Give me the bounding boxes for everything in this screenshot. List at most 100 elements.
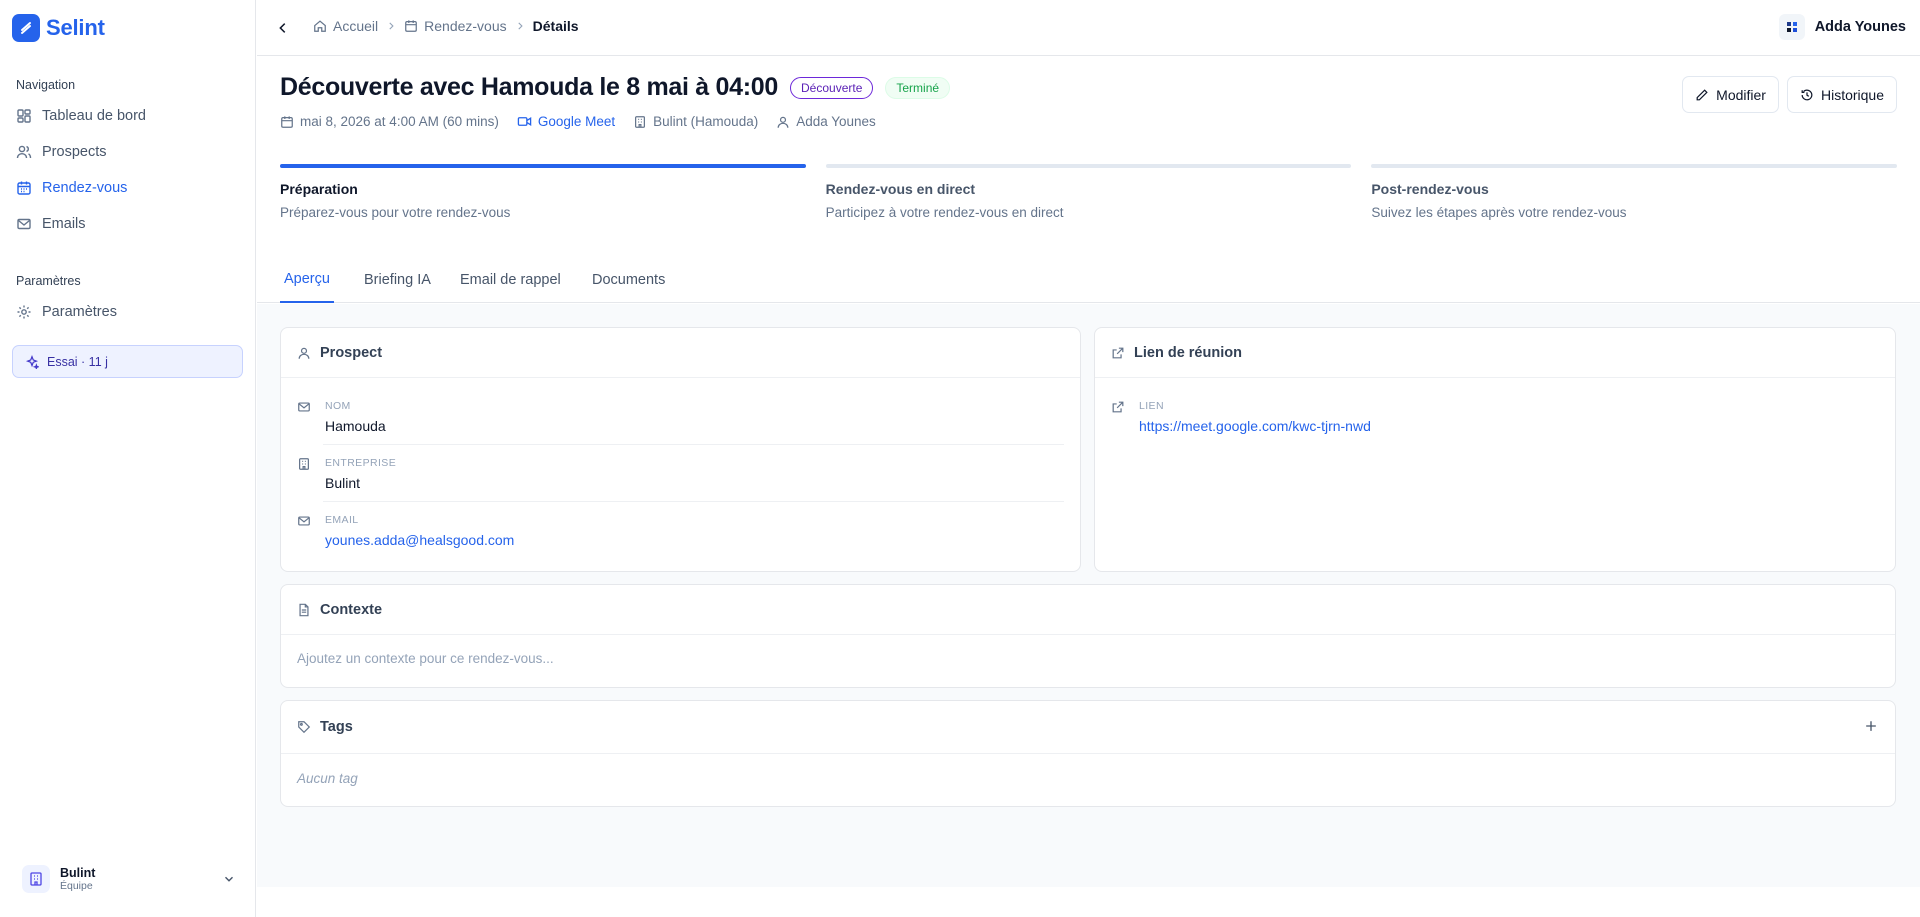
edit-button-label: Modifier xyxy=(1716,86,1766,103)
meeting-title-row: Découverte avec Hamouda le 8 mai à 04:00… xyxy=(280,73,951,102)
card-header: Tags xyxy=(281,701,1895,754)
chevron-right-icon xyxy=(517,22,523,30)
field-email: Email younes.adda@healsgood.com xyxy=(297,514,514,548)
email-link[interactable]: younes.adda@healsgood.com xyxy=(325,532,514,548)
sidebar-item-label: Emails xyxy=(42,216,86,232)
meeting-link-card: Lien de réunion Lien https://meet.google… xyxy=(1094,327,1896,572)
field-entreprise: Entreprise Bulint xyxy=(297,457,396,491)
brand-logo[interactable]: Selint xyxy=(12,14,105,42)
field-divider xyxy=(323,444,1064,445)
main-content: Découverte avec Hamouda le 8 mai à 04:00… xyxy=(257,57,1920,917)
step-title: Préparation xyxy=(280,181,358,197)
add-tag-button[interactable] xyxy=(1861,716,1881,736)
tags-empty-text: Aucun tag xyxy=(297,771,358,786)
step-subtitle: Participez à votre rendez-vous en direct xyxy=(825,205,1064,220)
field-divider xyxy=(323,501,1064,502)
sidebar-item-dashboard[interactable]: Tableau de bord xyxy=(12,100,242,132)
team-switcher[interactable]: Bulint Équipe xyxy=(22,862,236,896)
field-nom: Nom Hamouda xyxy=(297,400,386,434)
context-input[interactable]: Ajoutez un contexte pour ce rendez-vous.… xyxy=(297,651,554,666)
external-link-icon xyxy=(1112,401,1124,413)
meeting-meta: mai 8, 2026 at 4:00 AM (60 mins) Google … xyxy=(280,114,876,129)
tab-documents[interactable]: Documents xyxy=(588,256,669,303)
breadcrumb-label: Rendez-vous xyxy=(424,18,507,34)
tab-briefing-ia[interactable]: Briefing IA xyxy=(360,256,435,303)
document-icon xyxy=(299,603,309,616)
calendar-icon xyxy=(405,20,418,32)
settings-section-title: Paramètres xyxy=(16,274,81,288)
meta-platform-link[interactable]: Google Meet xyxy=(517,114,615,129)
history-button-label: Historique xyxy=(1820,86,1884,103)
meta-datetime: mai 8, 2026 at 4:00 AM (60 mins) xyxy=(280,114,499,129)
field-value: Bulint xyxy=(325,475,361,491)
top-bar: Accueil Rendez-vous Détails Adda Younes xyxy=(257,0,1920,56)
calendar-icon xyxy=(281,115,293,128)
sidebar-item-label: Rendez-vous xyxy=(42,180,128,196)
building-icon xyxy=(635,115,646,128)
back-button[interactable] xyxy=(273,18,293,38)
sparkles-icon xyxy=(25,354,39,369)
history-icon xyxy=(1801,89,1813,100)
meta-datetime-text: mai 8, 2026 at 4:00 AM (60 mins) xyxy=(300,114,499,129)
step-title: Rendez-vous en direct xyxy=(825,181,976,197)
status-badge: Terminé xyxy=(885,76,951,99)
field-value: Hamouda xyxy=(325,418,386,434)
user-icon xyxy=(298,347,310,359)
mail-icon xyxy=(298,402,310,412)
step-preparation[interactable]: Préparation Préparez-vous pour votre ren… xyxy=(280,164,806,220)
sidebar-item-emails[interactable]: Emails xyxy=(12,208,242,240)
step-post[interactable]: Post-rendez-vous Suivez les étapes après… xyxy=(1371,164,1898,220)
breadcrumb-label: Accueil xyxy=(333,18,379,34)
home-icon xyxy=(314,20,326,32)
user-name: Adda Younes xyxy=(1814,19,1906,35)
avatar xyxy=(1778,14,1805,40)
meeting-steps: Préparation Préparez-vous pour votre ren… xyxy=(280,164,1898,220)
tab-apercu[interactable]: Aperçu xyxy=(280,256,334,303)
step-title: Post-rendez-vous xyxy=(1371,181,1489,197)
field-lien: Lien https://meet.google.com/kwc-tjrn-nw… xyxy=(1111,400,1371,434)
chevron-left-icon xyxy=(279,23,286,33)
card-title: Prospect xyxy=(320,344,383,361)
page-title: Découverte avec Hamouda le 8 mai à 04:00 xyxy=(280,73,778,101)
sidebar-item-settings[interactable]: Paramètres xyxy=(12,296,242,328)
video-icon xyxy=(517,117,532,126)
card-title: Tags xyxy=(320,719,353,735)
chevron-right-icon xyxy=(389,22,394,30)
sidebar-item-prospects[interactable]: Prospects xyxy=(12,136,242,168)
sidebar-item-rendez-vous[interactable]: Rendez-vous xyxy=(12,172,242,204)
tab-email-rappel[interactable]: Email de rappel xyxy=(456,256,565,303)
meta-company-text: Bulint (Hamouda) xyxy=(653,114,759,129)
step-progress-bar xyxy=(825,164,1352,168)
pencil-icon xyxy=(1696,88,1708,100)
field-label: Lien xyxy=(1139,400,1164,412)
calendar-icon xyxy=(17,181,31,195)
tags-card: Tags Aucun tag xyxy=(280,700,1896,807)
meta-owner-text: Adda Younes xyxy=(796,114,876,129)
mail-icon xyxy=(298,516,310,526)
nav-section-title: Navigation xyxy=(16,78,76,92)
meeting-url-link[interactable]: https://meet.google.com/kwc-tjrn-nwd xyxy=(1139,418,1371,434)
step-progress-bar xyxy=(1371,164,1898,168)
dashboard-icon xyxy=(17,109,31,123)
sidebar-item-label: Tableau de bord xyxy=(42,108,146,124)
breadcrumb-home[interactable]: Accueil xyxy=(313,18,378,34)
history-button[interactable]: Historique xyxy=(1786,76,1897,113)
breadcrumb: Accueil Rendez-vous Détails xyxy=(313,18,579,34)
card-header: Contexte xyxy=(281,585,1895,635)
breadcrumb-rendez-vous[interactable]: Rendez-vous xyxy=(404,18,507,34)
brand-name: Selint xyxy=(46,15,105,40)
tag-icon xyxy=(298,721,311,734)
step-live[interactable]: Rendez-vous en direct Participez à votre… xyxy=(825,164,1352,220)
trial-badge[interactable]: Essai · 11 j xyxy=(12,345,243,378)
tab-bar: Aperçu Briefing IA Email de rappel Docum… xyxy=(257,256,1920,303)
trial-label: Essai · 11 j xyxy=(47,354,108,369)
meta-platform-text: Google Meet xyxy=(537,114,616,129)
field-label: Email xyxy=(325,514,359,526)
gear-icon xyxy=(17,305,31,319)
user-menu[interactable]: Adda Younes xyxy=(1778,14,1906,40)
plus-icon xyxy=(1866,721,1876,731)
context-card: Contexte Ajoutez un contexte pour ce ren… xyxy=(280,584,1896,688)
prospect-card: Prospect Nom Hamouda Entreprise Bulint xyxy=(280,327,1081,572)
edit-button[interactable]: Modifier xyxy=(1682,76,1779,113)
team-name: Bulint xyxy=(60,866,96,880)
